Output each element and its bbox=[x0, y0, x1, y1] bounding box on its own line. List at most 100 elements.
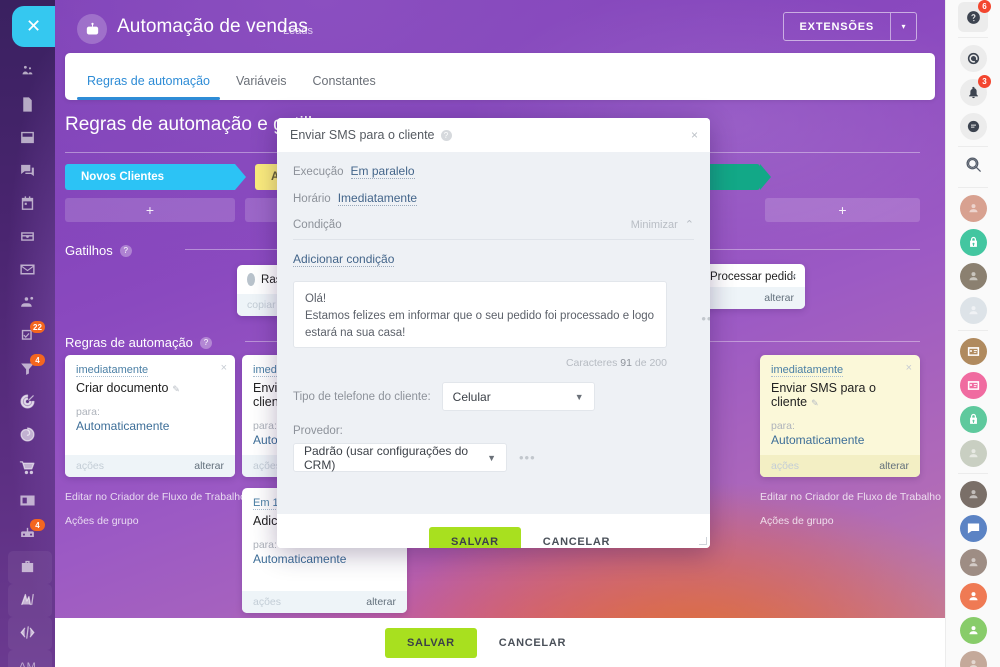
help-icon[interactable]: ? bbox=[440, 129, 452, 141]
link-editar-fluxo[interactable]: Editar no Criador de Fluxo de Trabalho bbox=[65, 485, 246, 509]
rule-card-para-label: para: bbox=[771, 420, 795, 432]
close-icon[interactable]: × bbox=[906, 362, 912, 374]
drive-icon bbox=[19, 129, 36, 149]
close-icon[interactable]: × bbox=[221, 362, 227, 374]
right-sidebar-item-avatar[interactable] bbox=[946, 191, 1000, 225]
ellipsis-icon[interactable]: ••• bbox=[519, 450, 536, 465]
avatar bbox=[959, 548, 987, 576]
right-sidebar-item-search[interactable] bbox=[946, 150, 1000, 184]
right-sidebar-item-bell[interactable]: 3 bbox=[946, 75, 1000, 109]
card-change-link[interactable]: alterar bbox=[366, 596, 396, 608]
link-acoes-grupo[interactable]: Ações de grupo bbox=[760, 509, 941, 533]
phone-type-select[interactable]: Celular ▼ bbox=[441, 382, 595, 411]
trigger-card[interactable]: Processar pedido sucedido ... × alterar bbox=[700, 264, 805, 309]
rule-card[interactable]: imediatamente Enviar SMS para o cliente ✎… bbox=[760, 355, 920, 477]
add-stage-button[interactable]: + bbox=[765, 198, 920, 222]
sidebar-item-chat[interactable] bbox=[0, 155, 55, 188]
right-sidebar-item-avatar[interactable] bbox=[946, 259, 1000, 293]
section-regras: Regras de automação ? bbox=[65, 335, 212, 350]
rule-card[interactable]: imediatamente Criar documento ✎ para: Aut… bbox=[65, 355, 235, 477]
right-sidebar-item-avatar[interactable] bbox=[946, 477, 1000, 511]
right-sidebar-item-chat-bubble[interactable] bbox=[946, 109, 1000, 143]
right-sidebar-item-group-chat[interactable] bbox=[946, 511, 1000, 545]
left-links: Editar no Criador de Fluxo de Trabalho A… bbox=[65, 485, 246, 533]
character-counter: Caracteres 91 de 200 bbox=[293, 357, 667, 369]
link-editar-fluxo[interactable]: Editar no Criador de Fluxo de Trabalho bbox=[760, 485, 941, 509]
right-sidebar-item-lock[interactable] bbox=[946, 402, 1000, 436]
execution-value[interactable]: Em paralelo bbox=[350, 164, 415, 179]
tab-variaveis[interactable]: Variáveis bbox=[236, 74, 286, 100]
tab-regras-de-automacao[interactable]: Regras de automação bbox=[77, 74, 220, 100]
phone-type-label: Tipo de telefone do cliente: bbox=[293, 390, 431, 403]
add-condition-link[interactable]: Adicionar condição bbox=[293, 252, 395, 267]
provider-select[interactable]: Padrão (usar configurações do CRM) ▼ bbox=[293, 443, 507, 472]
close-icon[interactable]: ✕ bbox=[12, 6, 55, 47]
sidebar-item-drive[interactable] bbox=[0, 122, 55, 155]
help-icon[interactable]: ? bbox=[119, 244, 132, 257]
sidebar-item-crm[interactable] bbox=[0, 56, 55, 89]
cancel-button[interactable]: CANCELAR bbox=[499, 637, 566, 649]
rule-card-time[interactable]: imediatamente bbox=[76, 364, 149, 377]
card-change-link[interactable]: alterar bbox=[764, 292, 794, 304]
sidebar-item-automation[interactable]: 4 bbox=[0, 518, 55, 551]
sidebar-item-group[interactable] bbox=[0, 287, 55, 320]
close-icon[interactable]: × bbox=[691, 128, 698, 142]
help-icon[interactable]: ? bbox=[199, 336, 212, 349]
sidebar-item-code[interactable] bbox=[0, 617, 55, 650]
card-actions-label[interactable]: ações bbox=[253, 596, 281, 608]
right-sidebar-item-avatar[interactable] bbox=[946, 436, 1000, 470]
save-button[interactable]: SALVAR bbox=[385, 627, 477, 658]
sidebar-item-am[interactable]: AM bbox=[0, 650, 55, 667]
right-sidebar-item-support[interactable] bbox=[946, 41, 1000, 75]
modal-save-button[interactable]: SALVAR bbox=[429, 527, 521, 548]
sidebar-item-filter[interactable]: 4 bbox=[0, 353, 55, 386]
right-sidebar-item-avatar[interactable] bbox=[946, 293, 1000, 327]
right-sidebar-item-card[interactable] bbox=[946, 334, 1000, 368]
right-sidebar-item-person[interactable] bbox=[946, 579, 1000, 613]
sidebar-item-document[interactable] bbox=[0, 89, 55, 122]
schedule-value[interactable]: Imediatamente bbox=[337, 191, 418, 206]
sidebar-item-spiral[interactable] bbox=[0, 419, 55, 452]
close-icon[interactable]: × bbox=[791, 271, 797, 283]
card-actions-label[interactable]: ações bbox=[771, 460, 799, 472]
right-sidebar-item-avatar[interactable] bbox=[946, 647, 1000, 667]
sidebar-item-briefcase[interactable] bbox=[0, 551, 55, 584]
minimize-toggle[interactable]: Minimizar ⌃ bbox=[631, 218, 694, 232]
right-sidebar-item-card[interactable] bbox=[946, 368, 1000, 402]
sms-message-input[interactable] bbox=[293, 281, 667, 348]
sidebar-item-analytics[interactable] bbox=[0, 584, 55, 617]
divider bbox=[958, 187, 988, 188]
edit-pencil-icon[interactable]: ✎ bbox=[172, 384, 180, 394]
status-pill-novos-clientes[interactable]: Novos Clientes bbox=[65, 164, 246, 190]
sidebar-item-target[interactable] bbox=[0, 386, 55, 419]
sidebar-item-calendar[interactable] bbox=[0, 188, 55, 221]
rule-card-assignee: Automaticamente bbox=[771, 433, 865, 447]
chevron-down-icon[interactable]: ▾ bbox=[890, 13, 916, 40]
add-stage-button[interactable]: + bbox=[65, 198, 235, 222]
card-change-link[interactable]: alterar bbox=[879, 460, 909, 472]
card-change-link[interactable]: alterar bbox=[194, 460, 224, 472]
lock-icon bbox=[959, 228, 987, 256]
sidebar-item-inbox[interactable] bbox=[0, 221, 55, 254]
right-sidebar-item-lock[interactable] bbox=[946, 225, 1000, 259]
sidebar-item-tasks[interactable]: 22 bbox=[0, 320, 55, 353]
right-sidebar-item-avatar[interactable] bbox=[946, 545, 1000, 579]
modal-header: Enviar SMS para o cliente ? × bbox=[277, 118, 710, 152]
resize-handle[interactable] bbox=[699, 537, 707, 545]
sidebar-item-mail[interactable] bbox=[0, 254, 55, 287]
ellipsis-icon[interactable]: ••• bbox=[701, 311, 710, 326]
right-sidebar-item-help[interactable]: 6 bbox=[946, 0, 1000, 34]
modal-cancel-button[interactable]: CANCELAR bbox=[543, 536, 610, 548]
sidebar-item-contact-card[interactable] bbox=[0, 485, 55, 518]
link-acoes-grupo[interactable]: Ações de grupo bbox=[65, 509, 246, 533]
provider-value: Padrão (usar configurações do CRM) bbox=[304, 443, 469, 472]
edit-pencil-icon[interactable]: ✎ bbox=[811, 398, 819, 408]
tab-constantes[interactable]: Constantes bbox=[312, 74, 375, 100]
extensions-button[interactable]: EXTENSÕES ▾ bbox=[782, 12, 917, 41]
card-actions-label[interactable]: ações bbox=[76, 460, 104, 472]
sidebar-item-cart[interactable] bbox=[0, 452, 55, 485]
extensions-label: EXTENSÕES bbox=[799, 20, 874, 33]
divider bbox=[958, 146, 988, 147]
right-sidebar-item-person[interactable] bbox=[946, 613, 1000, 647]
rule-card-time[interactable]: imediatamente bbox=[771, 364, 844, 377]
